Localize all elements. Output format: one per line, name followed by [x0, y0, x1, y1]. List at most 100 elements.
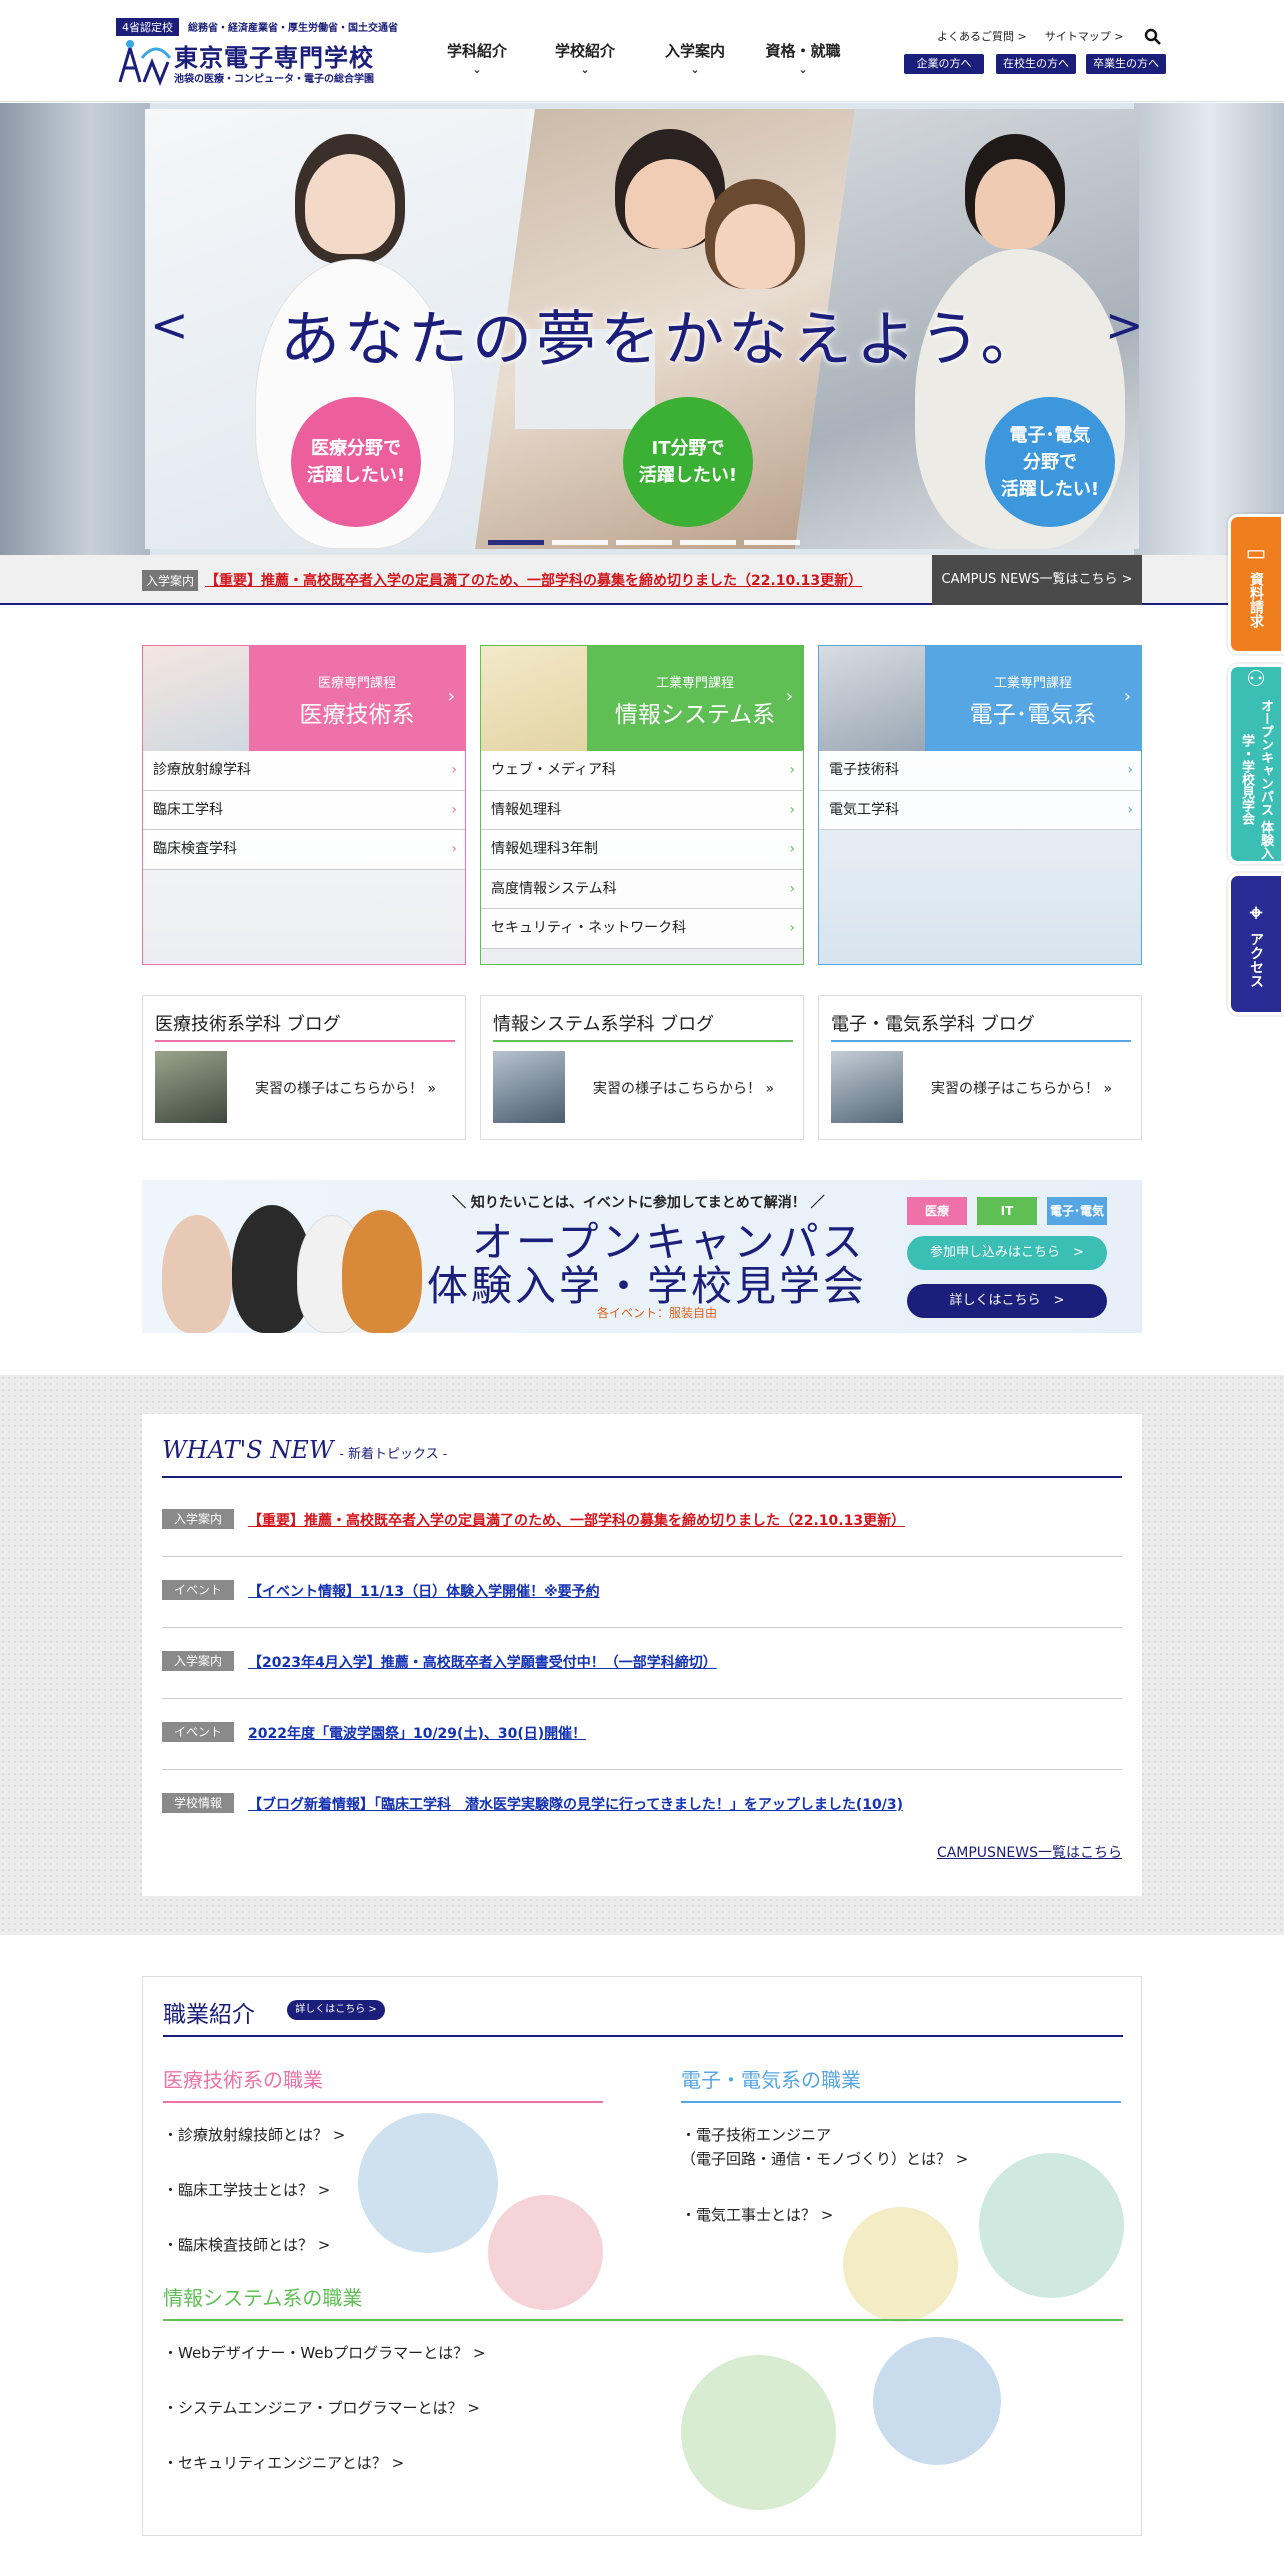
document-icon: ▭: [1245, 540, 1267, 566]
department-item-label: 情報処理科: [491, 801, 561, 818]
department-item[interactable]: ウェブ・メディア科 ›: [481, 751, 803, 791]
sitemap-link[interactable]: サイトマップ >: [1045, 30, 1124, 43]
department-header[interactable]: 医療専門課程 医療技術系 ›: [143, 646, 465, 751]
department-item[interactable]: 電子技術科 ›: [819, 751, 1141, 791]
utility-links: よくあるご質問 > サイトマップ >: [937, 28, 1141, 44]
department-item[interactable]: 情報処理科3年制 ›: [481, 830, 803, 870]
career-link[interactable]: ・電気工事士とは？ >: [681, 2203, 833, 2227]
career-link[interactable]: ・臨床検査技師とは？ >: [163, 2233, 330, 2257]
chevron-right-icon: ›: [789, 841, 795, 857]
carousel-dot[interactable]: [616, 540, 672, 545]
for-students-button[interactable]: 在校生の方へ: [996, 54, 1076, 74]
news-link[interactable]: 2022年度「電波学園祭」10/29(土)、30(日)開催！: [248, 1723, 586, 1743]
blog-card-electronics[interactable]: 電子・電気系学科 ブログ 実習の様子はこちらから！ »: [818, 995, 1142, 1140]
department-course: 工業専門課程: [993, 676, 1072, 691]
chevron-right-icon: ›: [785, 686, 793, 707]
department-course: 医療専門課程: [317, 676, 396, 691]
news-link[interactable]: 【イベント情報】11/13（日）体験入学開催！※要予約: [248, 1581, 600, 1601]
careers-title: 職業紹介: [163, 2002, 255, 2028]
campus-news-more-link[interactable]: CAMPUSNEWS一覧はこちら: [937, 1842, 1122, 1862]
carousel-prev-icon[interactable]: <: [150, 298, 189, 352]
carousel-dot[interactable]: [744, 540, 800, 545]
career-link[interactable]: ・セキュリティエンジニアとは？ >: [163, 2451, 404, 2475]
news-category: 学校情報: [162, 1793, 234, 1813]
nav-careers[interactable]: 資格・就職 ⌄: [758, 40, 848, 76]
nav-admissions[interactable]: 入学案内 ⌄: [650, 40, 740, 76]
blog-link[interactable]: 実習の様子はこちらから！ »: [593, 1078, 774, 1098]
for-alumni-button[interactable]: 卒業生の方へ: [1086, 54, 1166, 74]
student-face: [625, 159, 715, 249]
chevron-right-icon: ›: [1127, 801, 1133, 818]
apply-button[interactable]: 参加申し込みはこちら >: [907, 1236, 1107, 1270]
blog-card-it[interactable]: 情報システム系学科 ブログ 実習の様子はこちらから！ »: [480, 995, 804, 1140]
network-engineer-illustration: [873, 2337, 1001, 2465]
side-tab-brochure[interactable]: ▭ 資料請求: [1228, 514, 1284, 654]
news-headline-link[interactable]: 【重要】推薦・高校既卒者入学の定員満了のため、一部学科の募集を締め切りました（2…: [205, 570, 862, 590]
nav-departments[interactable]: 学科紹介 ⌄: [432, 40, 522, 76]
news-category: 入学案内: [162, 1509, 234, 1529]
news-row: 学校情報 【ブログ新着情報】「臨床工学科 潜水医学実験隊の見学に行ってきました！…: [162, 1770, 1122, 1841]
chevron-down-icon: ⌄: [798, 63, 808, 76]
carousel-next-icon[interactable]: >: [1105, 298, 1144, 352]
nav-label: 資格・就職: [765, 42, 841, 60]
department-card-electronics: 工業専門課程 電子･電気系 › 電子技術科 › 電気工学科 ›: [818, 645, 1142, 965]
news-link[interactable]: 【ブログ新着情報】「臨床工学科 潜水医学実験隊の見学に行ってきました！」をアップ…: [248, 1794, 903, 1814]
faq-link[interactable]: よくあるご質問 >: [937, 30, 1027, 43]
careers-it-heading: 情報システム系の職業: [163, 2282, 1123, 2321]
careers-details-button[interactable]: 詳しくはこちら >: [287, 2000, 385, 2020]
carousel-dot[interactable]: [552, 540, 608, 545]
department-item-label: 電子技術科: [829, 762, 899, 778]
department-photo: [819, 646, 925, 751]
carousel-dots: [488, 530, 808, 549]
career-link[interactable]: ・システムエンジニア・プログラマーとは？ >: [163, 2396, 480, 2420]
careers-electronics-heading: 電子・電気系の職業: [681, 2064, 1121, 2103]
department-item[interactable]: 情報処理科 ›: [481, 790, 803, 830]
side-tab-open-campus[interactable]: ⚇ オープンキャンパス 体験入学・学校見学会: [1228, 664, 1284, 864]
carousel-dot[interactable]: [488, 540, 544, 545]
news-link[interactable]: 【2023年4月入学】推薦・高校既卒者入学願書受付中！（一部学科締切）: [248, 1652, 717, 1672]
careers-medical-heading: 医療技術系の職業: [163, 2064, 603, 2103]
department-item[interactable]: 電気工学科 ›: [819, 790, 1141, 830]
chevron-right-icon: ›: [789, 920, 795, 936]
news-row: 入学案内 【2023年4月入学】推薦・高校既卒者入学願書受付中！（一部学科締切）: [162, 1628, 1122, 1699]
career-link[interactable]: ・臨床工学技士とは？ >: [163, 2178, 330, 2202]
cert-badge: 4省認定校: [116, 18, 179, 36]
search-icon[interactable]: [1144, 28, 1162, 46]
department-item-label: 電気工学科: [829, 801, 899, 818]
web-designer-illustration: [681, 2355, 836, 2510]
news-link[interactable]: 【重要】推薦・高校既卒者入学の定員満了のため、一部学科の募集を締め切りました（2…: [248, 1510, 905, 1530]
department-item[interactable]: セキュリティ・ネットワーク科 ›: [481, 909, 803, 949]
department-photo: [143, 646, 249, 751]
medical-bubble: 医療分野で 活躍したい!: [291, 397, 421, 527]
department-item[interactable]: 臨床工学科 ›: [143, 790, 465, 830]
department-item[interactable]: 高度情報システム科 ›: [481, 869, 803, 909]
nav-about[interactable]: 学校紹介 ⌄: [540, 40, 630, 76]
department-card-medical: 医療専門課程 医療技術系 › 診療放射線学科 › 臨床工学科 › 臨床検査学科 ›: [142, 645, 466, 965]
blog-link[interactable]: 実習の様子はこちらから！ »: [931, 1078, 1112, 1098]
blog-link[interactable]: 実習の様子はこちらから！ »: [255, 1078, 436, 1098]
carousel-dot[interactable]: [680, 540, 736, 545]
chevron-down-icon: ⌄: [580, 63, 590, 76]
career-link[interactable]: ・Webデザイナー・Webプログラマーとは？ >: [163, 2341, 485, 2365]
news-category: 入学案内: [142, 570, 199, 591]
divider: [163, 2035, 1123, 2037]
side-tab-access[interactable]: ⌖ アクセス: [1228, 873, 1284, 1015]
for-companies-button[interactable]: 企業の方へ: [904, 54, 984, 74]
blog-card-medical[interactable]: 医療技術系学科 ブログ 実習の様子はこちらから！ »: [142, 995, 466, 1140]
school-logo[interactable]: 4省認定校 総務省・経済産業省・厚生労働省・国土交通省 東京電子専門学校 池袋の…: [116, 16, 398, 88]
students-group-photo: [142, 1180, 422, 1333]
chevron-right-icon: ›: [789, 801, 795, 818]
department-header[interactable]: 工業専門課程 電子･電気系 ›: [819, 646, 1141, 751]
details-button[interactable]: 詳しくはこちら >: [907, 1284, 1107, 1318]
radiologist-illustration: [358, 2113, 498, 2253]
department-item[interactable]: 臨床検査学科 ›: [143, 830, 465, 870]
career-link[interactable]: ・電子技術エンジニア （電子回路・通信・モノづくり）とは？ >: [681, 2123, 968, 2171]
career-link[interactable]: ・診療放射線技師とは？ >: [163, 2123, 345, 2147]
department-item[interactable]: 診療放射線学科 ›: [143, 751, 465, 791]
open-campus-banner[interactable]: ＼ 知りたいことは、イベントに参加してまとめて解消！ ／ オープンキャンパス 体…: [142, 1180, 1142, 1333]
department-header[interactable]: 工業専門課程 情報システム系 ›: [481, 646, 803, 751]
campus-news-button[interactable]: CAMPUS NEWS一覧はこちら >: [932, 555, 1142, 605]
chevron-right-icon: ›: [1127, 762, 1133, 778]
it-bubble: IT分野で 活躍したい!: [623, 397, 753, 527]
school-name: 東京電子専門学校: [174, 44, 374, 72]
